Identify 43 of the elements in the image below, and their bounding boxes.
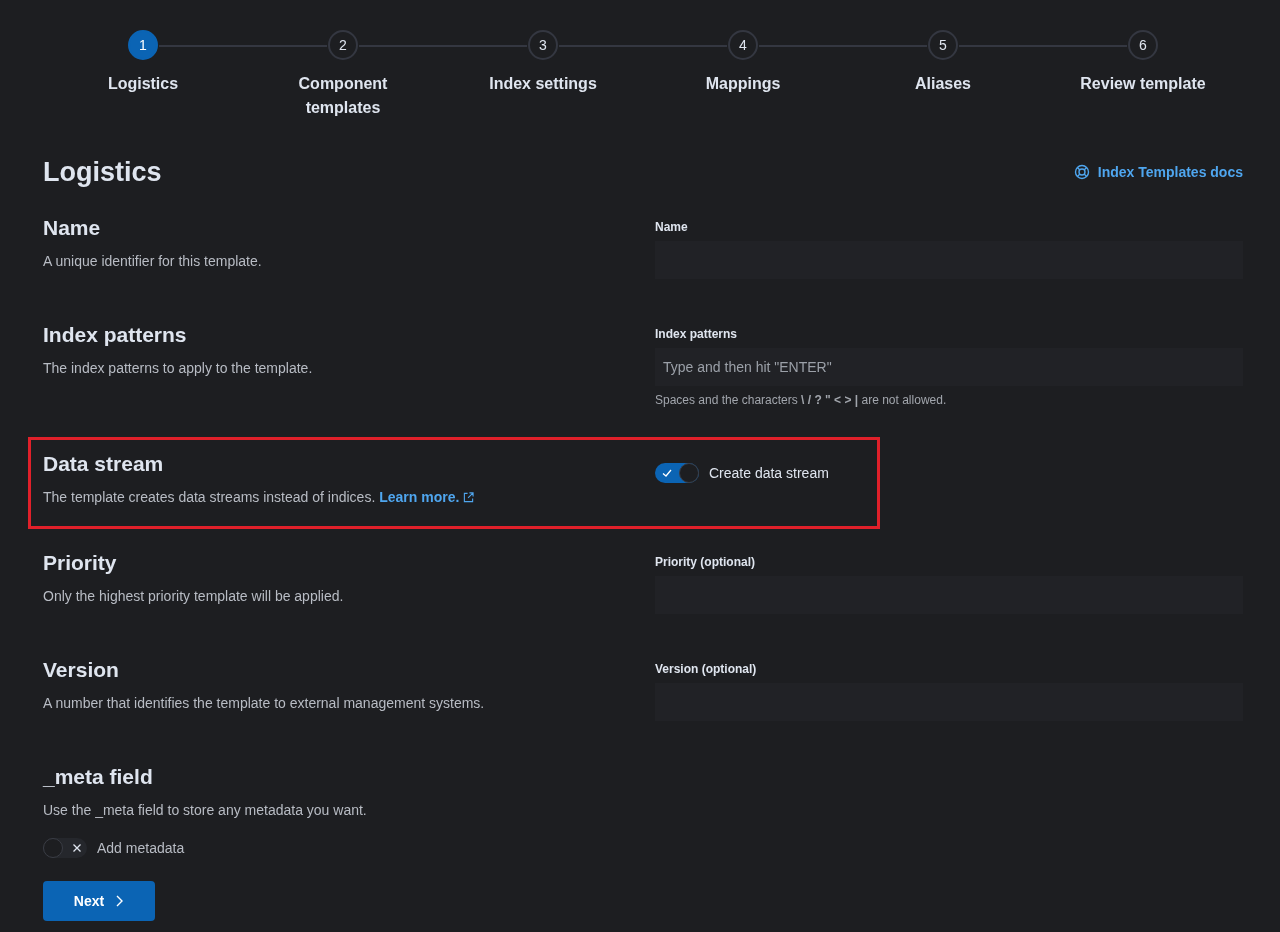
help-icon	[1073, 164, 1090, 180]
section-description: A number that identifies the template to external management systems.	[43, 694, 486, 713]
step-number[interactable]: 5	[928, 30, 958, 60]
toggle-switch[interactable]	[43, 838, 87, 858]
section-title: Version	[43, 657, 120, 683]
field-label: Index patterns	[655, 326, 739, 342]
step-label[interactable]: Mappings	[673, 72, 813, 96]
toggle-label: Add metadata	[97, 840, 185, 856]
step-number[interactable]: 3	[528, 30, 558, 60]
page-title: Logistics	[43, 156, 162, 189]
step-label[interactable]: Review template	[1073, 72, 1213, 96]
field-label: Priority (optional)	[655, 554, 756, 570]
section-title: Priority	[43, 550, 118, 576]
section-title: Data stream	[43, 451, 165, 477]
input-field[interactable]: Type and then hit "ENTER"	[655, 348, 1243, 386]
learn-more-link[interactable]: Learn more.	[379, 489, 460, 505]
section-title: _meta field	[43, 764, 154, 790]
section-description: Only the highest priority template will be applied.	[43, 587, 345, 606]
step-label[interactable]: Index settings	[473, 72, 613, 96]
section-description: A unique identifier for this template.	[43, 252, 263, 271]
docs-link[interactable]: Index Templates docs	[1073, 164, 1243, 180]
section-description: Use the _meta field to store any metadata you want.	[43, 801, 368, 820]
section-description: The index patterns to apply to the template.	[43, 359, 314, 378]
field-label: Version (optional)	[655, 661, 758, 677]
step-number[interactable]: 1	[128, 30, 158, 60]
next-button[interactable]: Next	[43, 881, 155, 921]
external-link-icon	[463, 492, 475, 503]
cross-icon	[71, 842, 83, 854]
step-label[interactable]: Logistics	[73, 72, 213, 96]
step-number[interactable]: 4	[728, 30, 758, 60]
step-number[interactable]: 6	[1128, 30, 1158, 60]
chevron-right-icon	[114, 894, 125, 908]
toggle-label: Create data stream	[709, 465, 829, 481]
section-title: Name	[43, 215, 102, 241]
step-label[interactable]: Aliases	[873, 72, 1013, 96]
step-number[interactable]: 2	[328, 30, 358, 60]
section-title: Index patterns	[43, 322, 188, 348]
check-icon	[661, 467, 673, 479]
field-label: Name	[655, 219, 689, 235]
section-description: The template creates data streams instead of indices. Learn more.	[43, 487, 655, 507]
help-text: Spaces and the characters \ / ? " < > | are not allowed.	[655, 392, 948, 408]
toggle-switch[interactable]	[655, 463, 699, 483]
step-label[interactable]: Component templates	[273, 72, 413, 120]
